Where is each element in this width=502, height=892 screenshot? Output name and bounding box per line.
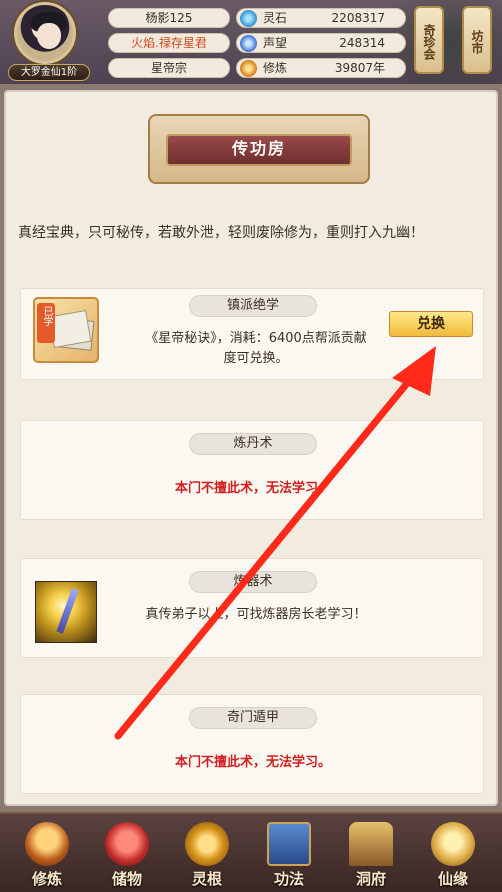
bottom-nav: 修炼 储物 灵根 功法 洞府 仙缘 bbox=[0, 812, 502, 892]
spirit-root-icon bbox=[185, 822, 229, 866]
technique-card-qimen: 奇门遁甲 本门不擅此术，无法学习。 bbox=[20, 694, 484, 794]
market-button[interactable]: 坊市 bbox=[462, 6, 492, 74]
nav-label: 储物 bbox=[111, 870, 142, 888]
card-title-wrap: 奇门遁甲 bbox=[189, 707, 317, 731]
card-title: 奇门遁甲 bbox=[189, 707, 317, 729]
technique-card-forging: 炼器术 真传弟子以上，可找炼器房长老学习！ bbox=[20, 558, 484, 658]
nav-label: 仙缘 bbox=[437, 870, 468, 888]
nav-technique[interactable]: 功法 bbox=[250, 816, 328, 892]
player-name: 杨影125 bbox=[108, 8, 230, 28]
resource-label: 修炼 bbox=[263, 61, 288, 75]
card-text: 本门不擅此术，无法学习。 bbox=[174, 481, 331, 496]
resource-value: 2208317 bbox=[331, 11, 385, 25]
book-icon: 已学 bbox=[33, 297, 99, 363]
card-title: 镇派绝学 bbox=[189, 295, 317, 317]
nav-label: 功法 bbox=[273, 870, 304, 888]
card-title-wrap: 炼器术 bbox=[189, 571, 317, 595]
exchange-button[interactable]: 兑换 bbox=[389, 311, 473, 337]
card-title-wrap: 炼丹术 bbox=[189, 433, 317, 457]
resource-label: 灵石 bbox=[263, 11, 288, 25]
nav-cave[interactable]: 洞府 bbox=[332, 816, 410, 892]
learned-tag: 已学 bbox=[37, 303, 55, 343]
resource-spirit-stone: 灵石 2208317 bbox=[236, 8, 406, 28]
card-title: 炼器术 bbox=[189, 571, 317, 593]
resource-label: 声望 bbox=[263, 36, 288, 50]
card-title: 炼丹术 bbox=[189, 433, 317, 455]
resource-value: 248314 bbox=[339, 36, 385, 50]
title-banner: 传功房 bbox=[148, 108, 370, 190]
player-avatar[interactable]: 大罗金仙1阶 bbox=[8, 2, 98, 82]
spirit-stone-icon bbox=[240, 10, 257, 27]
page-description: 真经宝典，只可秘传，若敢外泄，轻则废除修为，重则打入九幽！ bbox=[18, 225, 424, 241]
technique-card-sect: 已学 镇派绝学 《星帝秘诀》，消耗：6400点帮派贡献度可兑换。 兑换 bbox=[20, 288, 484, 380]
resource-panel: 灵石 2208317 声望 248314 修炼 39807年 bbox=[236, 8, 406, 83]
storage-bag-icon bbox=[105, 822, 149, 866]
resource-value: 39807年 bbox=[334, 61, 385, 75]
blade bbox=[56, 588, 79, 634]
avatar-face bbox=[37, 23, 61, 49]
rank-badge: 大罗金仙1阶 bbox=[8, 64, 90, 81]
main-area: 传功房 真经宝典，只可秘传，若敢外泄，轻则废除修为，重则打入九幽！ 已学 镇派绝… bbox=[0, 84, 502, 812]
nav-fate[interactable]: 仙缘 bbox=[414, 816, 492, 892]
fate-icon bbox=[431, 822, 475, 866]
card-text: 本门不擅此术，无法学习。 bbox=[174, 755, 331, 770]
learned-tag-label: 已学 bbox=[41, 306, 52, 326]
card-title-wrap: 镇派绝学 bbox=[189, 295, 317, 319]
reputation-icon bbox=[240, 35, 257, 52]
technique-card-alchemy: 炼丹术 本门不擅此术，无法学习。 bbox=[20, 420, 484, 520]
nav-storage[interactable]: 储物 bbox=[88, 816, 166, 892]
card-text: 真传弟子以上，可找炼器房长老学习！ bbox=[145, 607, 367, 622]
player-title[interactable]: 火焰.禄存星君 bbox=[108, 33, 230, 53]
nav-label: 洞府 bbox=[355, 870, 386, 888]
resource-reputation: 声望 248314 bbox=[236, 33, 406, 53]
nav-label: 修炼 bbox=[31, 870, 62, 888]
nav-spirit-root[interactable]: 灵根 bbox=[168, 816, 246, 892]
nav-label: 灵根 bbox=[191, 870, 222, 888]
content-panel: 传功房 真经宝典，只可秘传，若敢外泄，轻则废除修为，重则打入九幽！ 已学 镇派绝… bbox=[4, 90, 498, 806]
card-text: 《星帝秘诀》，消耗：6400点帮派贡献度可兑换。 bbox=[145, 331, 367, 366]
page-title: 传功房 bbox=[231, 139, 286, 158]
cave-house-icon bbox=[349, 822, 393, 866]
treasure-auction-label: 奇珍会 bbox=[422, 24, 436, 60]
technique-book-icon bbox=[267, 822, 311, 866]
weapon-icon bbox=[35, 581, 97, 643]
avatar-frame bbox=[14, 2, 76, 64]
cultivation-icon bbox=[240, 60, 257, 77]
nav-cultivate[interactable]: 修炼 bbox=[8, 816, 86, 892]
resource-cultivation: 修炼 39807年 bbox=[236, 58, 406, 78]
player-info: 杨影125 火焰.禄存星君 星帝宗 bbox=[108, 8, 230, 83]
player-sect: 星帝宗 bbox=[108, 58, 230, 78]
market-label: 坊市 bbox=[470, 30, 484, 54]
top-header: 大罗金仙1阶 杨影125 火焰.禄存星君 星帝宗 灵石 2208317 声望 2… bbox=[0, 0, 502, 84]
cultivate-icon bbox=[25, 822, 69, 866]
treasure-auction-button[interactable]: 奇珍会 bbox=[414, 6, 444, 74]
